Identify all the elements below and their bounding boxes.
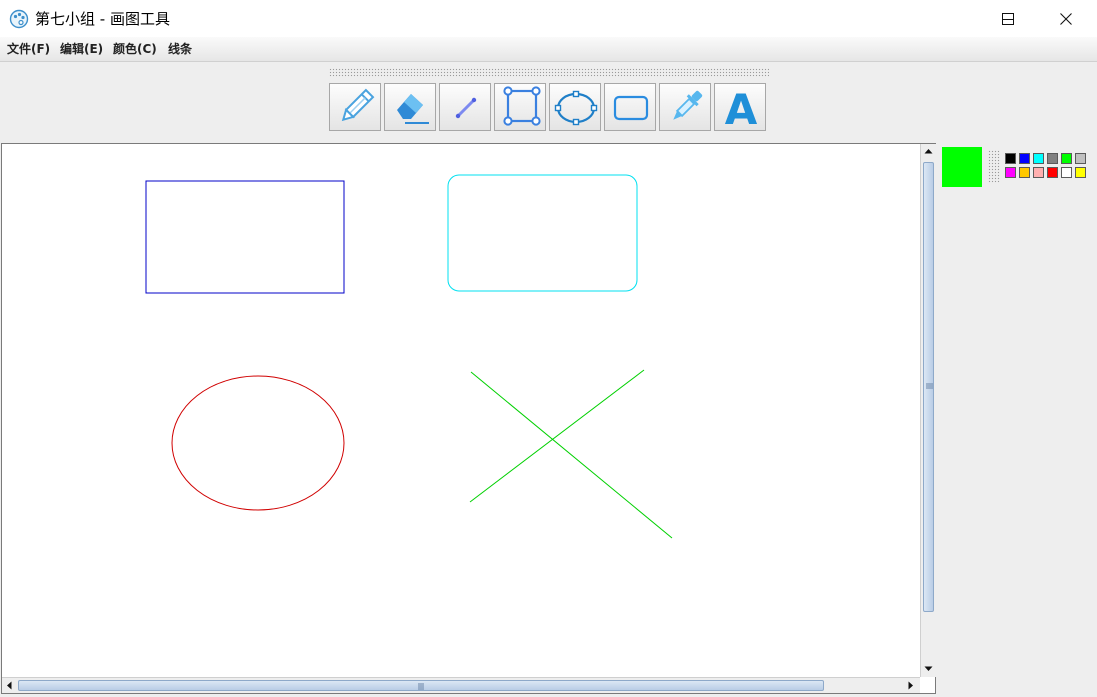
menu-color[interactable]: 颜色(C)	[113, 40, 157, 58]
palette-icon	[9, 9, 29, 29]
current-color-swatch	[942, 147, 982, 187]
line-icon	[455, 97, 477, 119]
title-bar: 第七小组 - 画图工具	[0, 0, 1097, 37]
text-icon-glyph: A	[725, 86, 758, 128]
scroll-up-button[interactable]	[921, 144, 936, 159]
canvas-drawing	[145, 174, 673, 539]
green-line-shape[interactable]	[469, 369, 645, 503]
grip-icon	[418, 683, 424, 690]
drawing-canvas[interactable]	[2, 144, 920, 677]
close-icon	[1060, 13, 1072, 25]
arrow-down-icon	[924, 666, 933, 671]
palette-swatch[interactable]	[1019, 167, 1030, 178]
rounded-rectangle-tool-button[interactable]	[604, 83, 656, 131]
palette-swatch[interactable]	[1033, 153, 1044, 164]
horizontal-scroll-thumb[interactable]	[18, 680, 824, 691]
rectangle-icon	[503, 86, 541, 126]
horizontal-scrollbar[interactable]	[2, 677, 920, 693]
ellipse-icon	[554, 90, 598, 126]
menu-edit[interactable]: 编辑(E)	[60, 40, 103, 58]
palette-swatch[interactable]	[1047, 153, 1058, 164]
text-icon: A	[725, 86, 758, 128]
line-tool-button[interactable]	[439, 83, 491, 131]
pencil-icon	[341, 88, 375, 122]
arrow-left-icon	[7, 681, 12, 690]
toolbar-grip[interactable]	[329, 68, 769, 77]
eraser-icon	[397, 94, 429, 124]
window-title: 第七小组 - 画图工具	[35, 10, 170, 28]
palette-swatch[interactable]	[1005, 167, 1016, 178]
grip-icon	[926, 383, 933, 389]
palette-swatch[interactable]	[1047, 167, 1058, 178]
arrow-up-icon	[924, 149, 933, 154]
text-tool-button[interactable]: A	[714, 83, 766, 131]
scroll-left-button[interactable]	[2, 678, 17, 693]
vertical-scrollbar[interactable]	[920, 144, 936, 677]
menu-bar: 文件(F) 编辑(E) 颜色(C) 线条	[0, 37, 1097, 62]
scroll-down-button[interactable]	[921, 661, 936, 676]
pencil-tool-button[interactable]	[329, 83, 381, 131]
color-picker-tool-button[interactable]	[659, 83, 711, 131]
rounded-rectangle-icon	[613, 95, 649, 121]
ellipse-tool-button[interactable]	[549, 83, 601, 131]
canvas-scroll-pane	[1, 143, 936, 694]
palette-swatch[interactable]	[1033, 167, 1044, 178]
maximize-button[interactable]	[985, 0, 1043, 37]
rectangle-tool-button[interactable]	[494, 83, 546, 131]
color-palette	[988, 150, 1091, 183]
vertical-scroll-thumb[interactable]	[923, 162, 934, 612]
palette-grip[interactable]	[988, 150, 1000, 183]
arrow-right-icon	[908, 681, 913, 690]
palette-swatch[interactable]	[1005, 153, 1016, 164]
menu-file[interactable]: 文件(F)	[7, 40, 50, 58]
maximize-icon	[1002, 13, 1014, 25]
palette-swatch[interactable]	[1075, 167, 1086, 178]
red-ellipse-shape[interactable]	[171, 375, 345, 511]
blue-rectangle-shape[interactable]	[145, 180, 345, 294]
close-button[interactable]	[1039, 0, 1097, 37]
menu-line[interactable]: 线条	[168, 40, 192, 58]
cyan-rounded-rectangle-shape[interactable]	[447, 174, 638, 292]
eyedropper-icon	[673, 90, 703, 120]
palette-swatch[interactable]	[1061, 153, 1072, 164]
green-line-shape[interactable]	[470, 371, 673, 539]
palette-swatch[interactable]	[1019, 153, 1030, 164]
palette-swatch[interactable]	[1061, 167, 1072, 178]
eraser-tool-button[interactable]	[384, 83, 436, 131]
palette-swatch[interactable]	[1075, 153, 1086, 164]
scroll-right-button[interactable]	[903, 678, 918, 693]
